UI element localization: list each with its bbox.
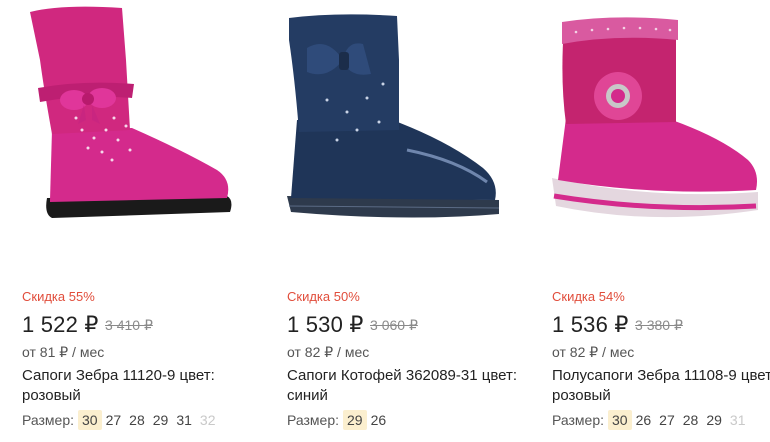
product-image[interactable]: [287, 0, 517, 240]
price-row: 1 530 ₽ 3 060 ₽: [287, 312, 418, 338]
discount-label: Скидка 55%: [22, 289, 95, 304]
product-title[interactable]: Сапоги Котофей 362089-31 цвет: синий: [287, 366, 519, 406]
price-row: 1 536 ₽ 3 380 ₽: [552, 312, 683, 338]
current-price: 1 536 ₽: [552, 312, 629, 337]
size-option[interactable]: 31: [172, 410, 196, 430]
size-option[interactable]: 28: [679, 410, 703, 430]
size-option[interactable]: 26: [632, 410, 656, 430]
product-image[interactable]: [552, 0, 770, 240]
size-option[interactable]: 32: [196, 410, 220, 430]
pink-boot-with-bow-image: [30, 6, 232, 218]
size-option[interactable]: 29: [149, 410, 173, 430]
old-price: 3 060 ₽: [370, 317, 418, 333]
size-option[interactable]: 31: [726, 410, 750, 430]
sizes-label: Размер:: [552, 412, 605, 428]
monthly-payment[interactable]: от 82 ₽ / мес: [287, 344, 369, 361]
size-option[interactable]: 30: [78, 410, 102, 430]
size-option[interactable]: 30: [608, 410, 632, 430]
product-card[interactable]: Скидка 55% 1 522 ₽ 3 410 ₽ от 81 ₽ / мес…: [22, 0, 262, 442]
product-title[interactable]: Сапоги Зебра 11120-9 цвет: розовый: [22, 366, 254, 406]
size-option[interactable]: 26: [367, 410, 391, 430]
size-selector: Размер: 29 26: [287, 410, 390, 430]
old-price: 3 380 ₽: [635, 317, 683, 333]
size-selector: Размер: 30 26 27 28 29 31: [552, 410, 749, 430]
price-row: 1 522 ₽ 3 410 ₽: [22, 312, 153, 338]
size-option[interactable]: 29: [702, 410, 726, 430]
monthly-payment[interactable]: от 81 ₽ / мес: [22, 344, 104, 361]
product-card[interactable]: Скидка 50% 1 530 ₽ 3 060 ₽ от 82 ₽ / мес…: [287, 0, 527, 442]
discount-label: Скидка 50%: [287, 289, 360, 304]
monthly-payment[interactable]: от 82 ₽ / мес: [552, 344, 634, 361]
product-card[interactable]: Скидка 54% 1 536 ₽ 3 380 ₽ от 82 ₽ / мес…: [552, 0, 770, 442]
navy-patent-boot-with-bow-image: [287, 14, 500, 218]
size-option[interactable]: 29: [343, 410, 367, 430]
old-price: 3 410 ₽: [105, 317, 153, 333]
size-option[interactable]: 27: [655, 410, 679, 430]
size-option[interactable]: 28: [125, 410, 149, 430]
pink-half-boot-image: [552, 17, 758, 218]
product-image[interactable]: [22, 0, 252, 240]
sizes-label: Размер:: [287, 412, 340, 428]
current-price: 1 530 ₽: [287, 312, 364, 337]
sizes-label: Размер:: [22, 412, 75, 428]
product-title[interactable]: Полусапоги Зебра 11108-9 цвет: розовый: [552, 366, 770, 406]
current-price: 1 522 ₽: [22, 312, 99, 337]
discount-label: Скидка 54%: [552, 289, 625, 304]
size-option[interactable]: 27: [102, 410, 126, 430]
size-selector: Размер: 30 27 28 29 31 32: [22, 410, 219, 430]
